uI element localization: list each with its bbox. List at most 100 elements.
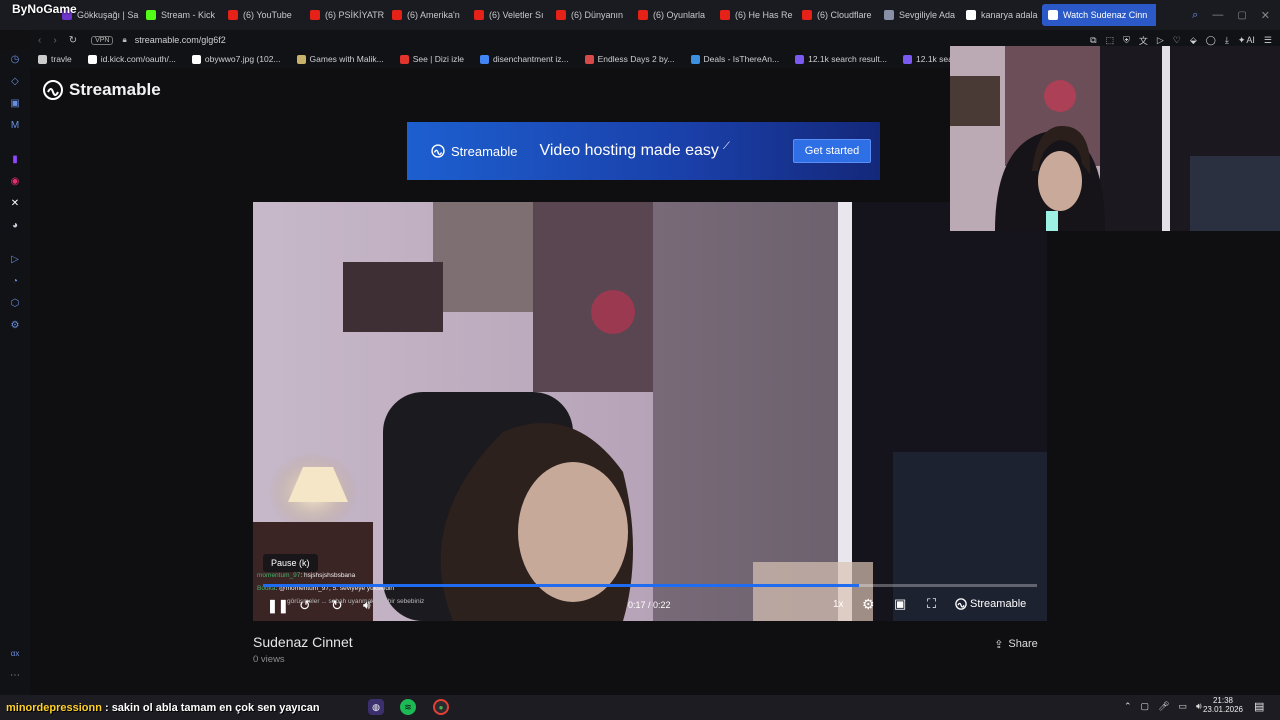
ai-icon[interactable]: ✦AI: [1238, 35, 1255, 46]
tab-favicon-icon: [720, 10, 730, 20]
screenshot-icon[interactable]: ⬚: [1106, 35, 1115, 46]
bookmark-label: disenchantment iz...: [493, 54, 569, 64]
chat-ticker-user: minordepressionn: [6, 701, 102, 714]
history-icon[interactable]: ◷: [9, 54, 21, 66]
tab[interactable]: (6) YouTube: [222, 0, 304, 30]
tab[interactable]: (6) Cloudflare: [796, 0, 878, 30]
back-icon[interactable]: ‹: [38, 35, 41, 46]
settings-icon[interactable]: ⚙: [9, 320, 21, 332]
maximize-icon[interactable]: ▢: [1237, 10, 1246, 21]
chat-line: momentum_97: hsjshsjshsbsbana: [257, 572, 557, 579]
discord-icon[interactable]: ◕: [9, 220, 21, 232]
bookmark-item[interactable]: id.kick.com/oauth/...: [80, 54, 184, 64]
network-icon[interactable]: ▭: [1179, 701, 1188, 712]
forward-icon[interactable]: ↻: [331, 597, 343, 614]
tab[interactable]: Sevgiliyle Ada: [878, 0, 960, 30]
ad-banner[interactable]: Streamable Video hosting made easy ⟋ Get…: [407, 122, 880, 180]
tab-label: Gökkuşağı | Sa: [77, 10, 139, 20]
bookmark-label: 12.1k search result...: [808, 54, 887, 64]
bookmark-item[interactable]: 12.1k search result...: [787, 54, 895, 64]
share-button[interactable]: ⇪ Share: [986, 633, 1046, 655]
tray-app-icon[interactable]: ▢: [1141, 701, 1150, 712]
tab[interactable]: kanarya adala: [960, 0, 1042, 30]
extension-icon[interactable]: ⧉: [1090, 35, 1096, 46]
player-brand[interactable]: Streamable: [955, 598, 1026, 610]
reload-icon[interactable]: ↻: [69, 35, 77, 46]
picture-in-picture-icon[interactable]: ▣: [894, 596, 906, 612]
sidebar-extra-icon[interactable]: αx: [9, 648, 21, 660]
speed-button[interactable]: 1x: [833, 599, 844, 610]
tab-label: (6) Cloudflare: [817, 10, 872, 20]
video-title: Sudenaz Cinnet: [253, 634, 353, 650]
rewind-icon[interactable]: ↺: [299, 597, 311, 614]
translate-icon[interactable]: 文: [1139, 34, 1148, 47]
video-player[interactable]: momentum_97: hsjshsjshsbsbana Bodka: @mo…: [253, 202, 1047, 621]
instagram-icon[interactable]: ◉: [9, 176, 21, 188]
vpn-badge[interactable]: VPN: [91, 35, 114, 45]
ad-logo-icon: [431, 144, 445, 158]
player-brand-icon: [955, 598, 967, 610]
url-field[interactable]: streamable.com/glg6f2: [135, 35, 226, 45]
x-icon[interactable]: ✕: [9, 198, 21, 210]
player-brand-label: Streamable: [970, 598, 1027, 610]
heart-icon[interactable]: ♡: [1173, 35, 1181, 46]
tab[interactable]: (6) He Has Re: [714, 0, 796, 30]
bookmark-item[interactable]: See | Dizi izle: [392, 54, 472, 64]
chat-ticker-text: : sakin ol abla tamam en çok sen yayıcan: [104, 701, 320, 714]
bookmark-item[interactable]: Deals - IsThereAn...: [683, 54, 788, 64]
bookmark-favicon-icon: [87, 54, 97, 64]
volume-icon[interactable]: 🔊︎: [363, 598, 371, 613]
tab[interactable]: (6) PSİKİYATR: [304, 0, 386, 30]
forward-icon[interactable]: ›: [53, 35, 56, 46]
tab-label: (6) Dünyanın: [571, 10, 624, 20]
tab-active[interactable]: Watch Sudenaz Cinn: [1042, 4, 1156, 26]
bookmark-favicon-icon: [191, 54, 201, 64]
pause-button[interactable]: ❚❚: [267, 598, 289, 614]
sidebar-player-icon[interactable]: ▷: [9, 254, 21, 266]
tab-label: (6) YouTube: [243, 10, 292, 20]
bookmark-item[interactable]: Endless Days 2 by...: [577, 54, 683, 64]
bookmark-label: id.kick.com/oauth/...: [100, 54, 176, 64]
search-tabs-icon[interactable]: ⌕: [1192, 9, 1198, 22]
tab[interactable]: (6) Oyunlarla: [632, 0, 714, 30]
tab[interactable]: Stream - Kick: [140, 0, 222, 30]
tray-chevron-icon[interactable]: ⌃: [1124, 701, 1132, 712]
tab[interactable]: (6) Veletler Sı: [468, 0, 550, 30]
settings-gear-icon[interactable]: ⚙: [862, 596, 875, 613]
spotify-icon[interactable]: ≋: [400, 699, 416, 715]
tab[interactable]: (6) Dünyanın: [550, 0, 632, 30]
bookmark-item[interactable]: travle: [30, 54, 80, 64]
account-icon[interactable]: ◯: [1206, 35, 1216, 46]
clock[interactable]: 21:38 23.01.2026: [1200, 696, 1246, 714]
opera-gx-icon[interactable]: ◍: [368, 699, 384, 715]
bookmark-item[interactable]: disenchantment iz...: [472, 54, 577, 64]
sidebar-app-1-icon[interactable]: ◇: [9, 76, 21, 88]
shield-icon[interactable]: ⛨: [1123, 35, 1130, 46]
send-icon[interactable]: ▷: [1157, 35, 1164, 46]
twitch-icon[interactable]: ▮: [9, 154, 21, 166]
chrome-icon[interactable]: ●: [433, 699, 449, 715]
puzzle-icon[interactable]: ⬙: [1190, 35, 1197, 46]
tab[interactable]: (6) Amerika'n: [386, 0, 468, 30]
chat-user: momentum_97: [257, 572, 301, 579]
close-window-icon[interactable]: ✕: [1261, 9, 1270, 22]
ad-sparkle-icon: ⟋: [722, 140, 730, 152]
sidebar-app-2-icon[interactable]: ▣: [9, 98, 21, 110]
tab-favicon-icon: [556, 10, 566, 20]
microphone-icon[interactable]: 🎤︎: [1158, 701, 1169, 712]
clock-time: 21:38: [1212, 696, 1234, 705]
cube-icon[interactable]: ⬡: [9, 298, 21, 310]
ad-get-started-button[interactable]: Get started: [793, 139, 871, 163]
fullscreen-icon[interactable]: ⛶: [927, 596, 936, 612]
tab-favicon-icon: [146, 10, 156, 20]
bookmark-item[interactable]: Games with Malik...: [289, 54, 392, 64]
clock-icon[interactable]: ◔: [9, 276, 21, 288]
bookmark-item[interactable]: obywwo7.jpg (102...: [184, 54, 289, 64]
minimize-icon[interactable]: —: [1212, 9, 1223, 21]
more-icon[interactable]: ⋯: [9, 670, 21, 682]
menu-icon[interactable]: ☰: [1264, 35, 1272, 46]
notification-icon[interactable]: ▤: [1254, 700, 1264, 713]
sidebar-app-3-icon[interactable]: M: [9, 120, 21, 132]
streamable-logo[interactable]: Streamable: [43, 80, 161, 100]
download-icon[interactable]: ⤓: [1225, 35, 1229, 46]
